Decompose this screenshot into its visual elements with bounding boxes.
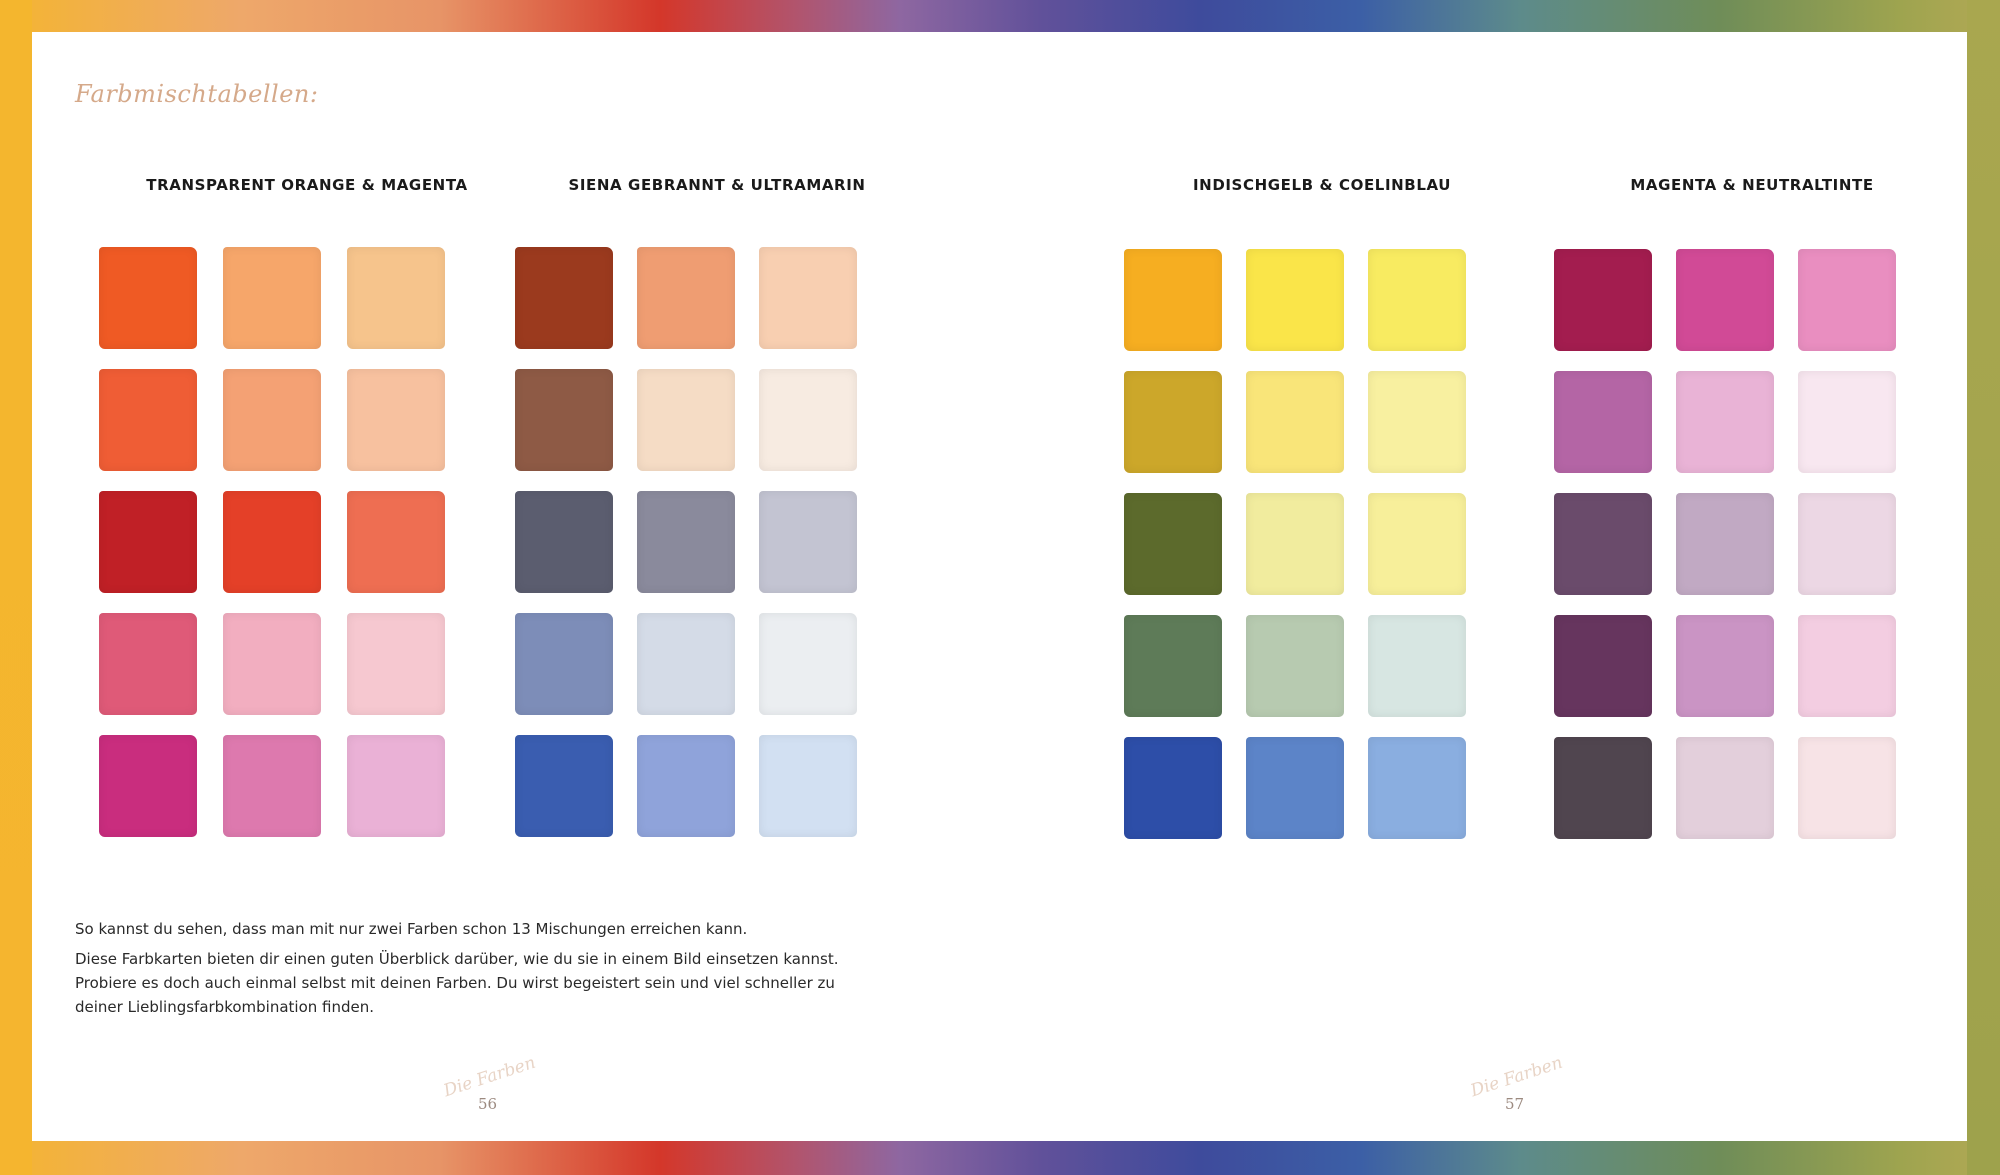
color-swatch [515, 735, 613, 837]
color-swatch [99, 613, 197, 715]
border-right [1967, 0, 2000, 1175]
color-swatch [1368, 737, 1466, 839]
color-swatch [347, 735, 445, 837]
column-title-1: TRANSPARENT ORANGE & MAGENTA [146, 176, 468, 194]
color-swatch [759, 491, 857, 593]
book-spread: Farbmischtabellen: TRANSPARENT ORANGE & … [32, 32, 1967, 1141]
color-swatch [515, 491, 613, 593]
color-swatch [1246, 371, 1344, 473]
color-swatch [1554, 493, 1652, 595]
color-swatch [1368, 493, 1466, 595]
footer-label-left: Die Farben [441, 1052, 539, 1102]
color-swatch [1676, 371, 1774, 473]
color-swatch [99, 247, 197, 349]
color-swatch [223, 369, 321, 471]
page-number-left: 56 [478, 1095, 498, 1113]
color-swatch [515, 613, 613, 715]
color-swatch [637, 735, 735, 837]
page-number-right: 57 [1505, 1095, 1525, 1113]
color-swatch [515, 247, 613, 349]
page-header-title: Farbmischtabellen: [75, 80, 319, 108]
color-swatch [1798, 371, 1896, 473]
color-swatch [1798, 493, 1896, 595]
color-swatch [759, 247, 857, 349]
color-swatch [1246, 737, 1344, 839]
color-swatch [1368, 371, 1466, 473]
swatch-grid-4 [1554, 249, 1896, 839]
color-swatch [1676, 249, 1774, 351]
border-left [0, 0, 32, 1175]
color-swatch [1124, 615, 1222, 717]
color-swatch [1246, 493, 1344, 595]
color-swatch [1554, 249, 1652, 351]
color-swatch [1554, 737, 1652, 839]
color-swatch [515, 369, 613, 471]
color-swatch [637, 491, 735, 593]
color-swatch [1676, 615, 1774, 717]
color-swatch [223, 247, 321, 349]
color-swatch [1124, 249, 1222, 351]
color-swatch [1124, 737, 1222, 839]
color-swatch [1368, 615, 1466, 717]
color-swatch [759, 369, 857, 471]
column-title-3: INDISCHGELB & COELINBLAU [1192, 176, 1452, 194]
color-swatch [1124, 371, 1222, 473]
footer-label-right: Die Farben [1468, 1052, 1566, 1102]
paragraph-2: Diese Farbkarten bieten dir einen guten … [75, 950, 839, 1016]
color-swatch [637, 247, 735, 349]
color-swatch [99, 369, 197, 471]
color-swatch [759, 735, 857, 837]
color-swatch [1798, 737, 1896, 839]
color-swatch [1554, 371, 1652, 473]
rainbow-border-bottom [0, 1141, 2000, 1175]
color-swatch [637, 369, 735, 471]
color-swatch [1554, 615, 1652, 717]
color-swatch [1124, 493, 1222, 595]
color-swatch [99, 491, 197, 593]
color-swatch [1246, 615, 1344, 717]
color-swatch [1798, 249, 1896, 351]
paragraph-1: So kannst du sehen, dass man mit nur zwe… [75, 920, 748, 938]
color-swatch [1676, 737, 1774, 839]
color-swatch [347, 369, 445, 471]
swatch-grid-2 [515, 247, 857, 837]
column-title-2: SIENA GEBRANNT & ULTRAMARIN [568, 176, 866, 194]
color-swatch [223, 491, 321, 593]
rainbow-border-top [0, 0, 2000, 32]
swatch-grid-3 [1124, 249, 1466, 839]
column-title-4: MAGENTA & NEUTRALTINTE [1630, 176, 1874, 194]
color-swatch [347, 491, 445, 593]
color-swatch [1246, 249, 1344, 351]
color-swatch [1798, 615, 1896, 717]
color-swatch [99, 735, 197, 837]
color-swatch [1368, 249, 1466, 351]
color-swatch [637, 613, 735, 715]
color-swatch [223, 613, 321, 715]
color-swatch [347, 613, 445, 715]
color-swatch [347, 247, 445, 349]
color-swatch [759, 613, 857, 715]
color-swatch [1676, 493, 1774, 595]
swatch-grid-1 [99, 247, 445, 837]
color-swatch [223, 735, 321, 837]
